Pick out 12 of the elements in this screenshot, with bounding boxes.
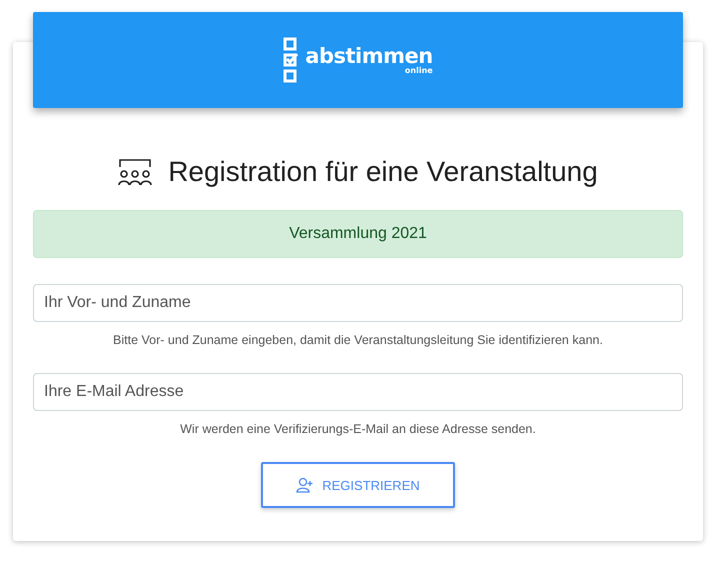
text-field[interactable]: Ihre E-Mail Adresse bbox=[33, 373, 683, 411]
logo-name: abstimmen bbox=[305, 45, 433, 67]
audience-icon bbox=[118, 158, 152, 186]
text-field[interactable]: Ihr Vor- und Zuname bbox=[33, 284, 683, 322]
page-title: Registration für eine Veranstaltung bbox=[168, 156, 598, 188]
event-banner: Versammlung 2021 bbox=[33, 210, 683, 258]
help-text: Bitte Vor- und Zuname eingeben, damit die Veranstaltungsleitung Sie identifizieren kann. bbox=[112, 333, 604, 347]
checklist-icon bbox=[283, 37, 300, 83]
logo-tagline: online bbox=[404, 67, 433, 75]
register-button[interactable]: REGISTRIEREN bbox=[261, 462, 455, 508]
help-text: Wir werden eine Verifizierungs-E-Mail an diese Adresse senden. bbox=[179, 422, 537, 436]
add-user-icon bbox=[296, 477, 314, 493]
